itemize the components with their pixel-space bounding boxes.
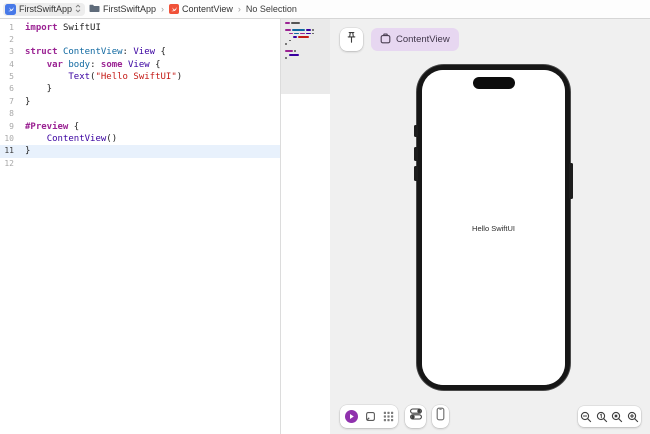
line-number: 7 <box>9 96 14 106</box>
line-number: 12 <box>4 158 14 168</box>
jump-bar: FirstSwiftApp FirstSwiftApp › ContentVie… <box>0 0 650 19</box>
code-line-5[interactable]: 5 Text("Hello SwiftUI") <box>0 71 280 83</box>
zoom-toolbar <box>578 406 641 427</box>
preview-mode-toolbar <box>340 405 398 428</box>
code-line-9[interactable]: 9 #Preview { <box>0 121 280 133</box>
preview-screen[interactable]: Hello SwiftUI <box>422 70 565 385</box>
line-number: 3 <box>9 47 14 57</box>
zoom-100-button[interactable] <box>594 411 610 423</box>
live-preview-button[interactable] <box>344 410 358 423</box>
preview-text: Hello SwiftUI <box>472 224 515 233</box>
code-line-2[interactable]: 2 <box>0 34 280 46</box>
minimap-code <box>285 21 328 64</box>
code-line-4[interactable]: 4 var body: some View { <box>0 59 280 71</box>
line-number: 1 <box>9 22 14 32</box>
zoom-fit-button[interactable] <box>610 411 626 423</box>
power-button <box>569 163 573 199</box>
swift-file-icon <box>169 4 180 14</box>
code-editor[interactable]: 1 import SwiftUI 2 3 struct ContentView: Vie… <box>0 19 281 434</box>
folder-icon <box>89 4 100 15</box>
code-line-8[interactable]: 8 <box>0 108 280 120</box>
xcode-window: FirstSwiftApp FirstSwiftApp › ContentVie… <box>0 0 650 434</box>
selectable-mode-button[interactable] <box>365 411 376 422</box>
breadcrumb-selection[interactable]: No Selection <box>246 4 297 14</box>
volume-up-button <box>414 147 418 161</box>
line-number: 6 <box>9 84 14 94</box>
zoom-out-button[interactable] <box>578 411 594 423</box>
code-line-11[interactable]: 11} <box>0 145 280 158</box>
mute-switch <box>414 125 418 137</box>
app-target-icon <box>5 3 16 15</box>
preview-tab-label: ContentView <box>396 34 450 45</box>
device-settings-button[interactable] <box>405 405 426 428</box>
dynamic-island <box>472 77 515 89</box>
breadcrumb-folder[interactable]: FirstSwiftApp <box>89 4 156 15</box>
code-lines: 1 import SwiftUI 2 3 struct ContentView: Vie… <box>0 22 280 171</box>
line-number: 11 <box>4 146 14 156</box>
zoom-in-button[interactable] <box>625 411 641 423</box>
line-number: 8 <box>9 109 14 119</box>
pin-icon <box>345 31 358 49</box>
code-line-7[interactable]: 7} <box>0 96 280 108</box>
minimap[interactable] <box>281 19 330 434</box>
breadcrumb-folder-label: FirstSwiftApp <box>103 4 157 14</box>
canvas-frame-icon <box>380 33 391 47</box>
breadcrumb-file[interactable]: ContentView <box>169 4 233 14</box>
iphone-preview-device: Hello SwiftUI <box>414 65 573 390</box>
code-line-10[interactable]: 10 ContentView() <box>0 133 280 145</box>
line-number: 4 <box>9 59 14 69</box>
device-settings-icon <box>409 407 423 426</box>
code-line-3[interactable]: 3 struct ContentView: View { <box>0 46 280 58</box>
code-line-6[interactable]: 6 } <box>0 83 280 95</box>
chevron-updown-icon <box>75 3 81 15</box>
preview-tab-contentview[interactable]: ContentView <box>371 28 459 51</box>
variants-mode-button[interactable] <box>383 411 394 422</box>
breadcrumb-file-label: ContentView <box>182 4 233 14</box>
line-number: 2 <box>9 34 14 44</box>
breadcrumb-separator: › <box>237 4 241 14</box>
preview-canvas: ContentView Hello SwiftUI <box>330 19 650 434</box>
target-selector[interactable]: FirstSwiftApp <box>3 2 86 16</box>
line-number: 9 <box>9 121 14 131</box>
line-number: 10 <box>4 134 14 144</box>
volume-down-button <box>414 166 418 181</box>
iphone-icon <box>436 407 445 426</box>
pin-preview-button[interactable] <box>340 28 363 51</box>
device-picker-button[interactable] <box>432 405 449 428</box>
target-name: FirstSwiftApp <box>19 4 73 14</box>
code-line-1[interactable]: 1 import SwiftUI <box>0 22 280 34</box>
line-number: 5 <box>9 72 14 82</box>
code-line-12[interactable]: 12 <box>0 158 280 170</box>
breadcrumb-separator: › <box>161 4 165 14</box>
